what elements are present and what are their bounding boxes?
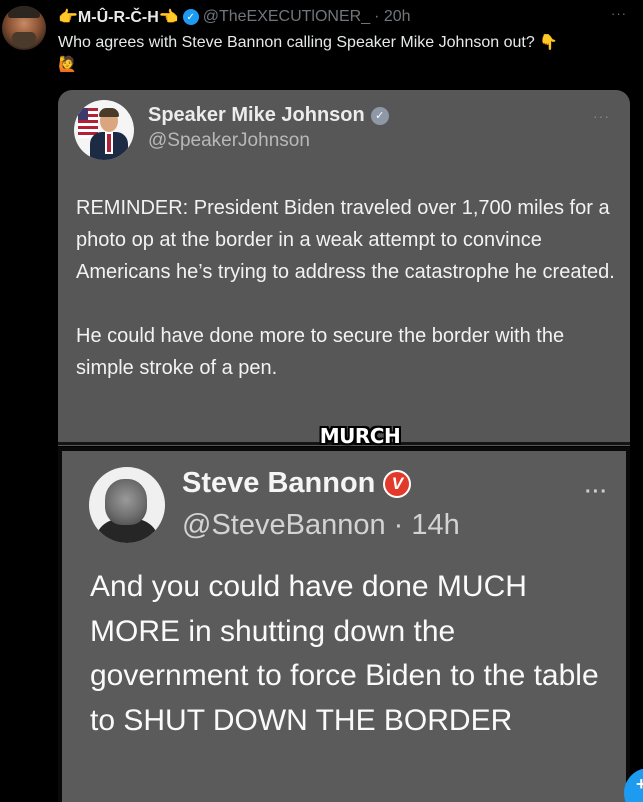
johnson-handle[interactable]: @SpeakerJohnson	[148, 130, 310, 152]
bannon-name-line: Steve Bannon V	[182, 467, 412, 500]
avatar-beard	[12, 32, 36, 48]
tweet-text: Who agrees with Steve Bannon calling Spe…	[58, 32, 618, 76]
meme-caption: MURCH	[319, 424, 401, 448]
johnson-tweet-body: REMINDER: President Biden traveled over …	[76, 192, 616, 384]
johnson-name[interactable]: Speaker Mike Johnson	[148, 104, 365, 127]
johnson-avatar[interactable]	[74, 100, 134, 160]
plus-icon: +	[636, 774, 643, 794]
johnson-more-icon: ···	[593, 108, 610, 124]
avatar-hair	[99, 108, 119, 117]
quoted-tweet-johnson[interactable]: Speaker Mike Johnson ✓ @SpeakerJohnson ·…	[58, 90, 630, 446]
red-v-badge-icon: V	[383, 469, 412, 498]
bannon-name[interactable]: Steve Bannon	[182, 467, 375, 500]
tweet-text-body: Who agrees with Steve Bannon calling Spe…	[58, 34, 535, 51]
johnson-paragraph-2: He could have done more to secure the bo…	[76, 325, 565, 379]
author-line: 👉M-Û-R-Č-H👈 ✓ @TheEXECUTlONER_ · 20h	[58, 7, 411, 27]
avatar-face	[105, 479, 147, 525]
johnson-paragraph-1: REMINDER: President Biden traveled over …	[76, 197, 615, 283]
avatar-cap	[8, 6, 40, 18]
raising-hand-emoji: 🙋	[58, 56, 77, 73]
more-options-icon[interactable]: ···	[611, 6, 627, 21]
bannon-tweet-body: And you could have done MUCH MORE in shu…	[90, 570, 599, 737]
bannon-handle-time[interactable]: @SteveBannon · 14h	[182, 509, 460, 542]
bannon-avatar[interactable]	[89, 467, 165, 543]
user-avatar[interactable]	[2, 6, 46, 50]
author-display-name[interactable]: 👉M-Û-R-Č-H👈	[58, 7, 179, 27]
post-time[interactable]: · 20h	[374, 8, 410, 26]
verified-badge-icon: ✓	[182, 9, 199, 25]
johnson-name-line: Speaker Mike Johnson ✓	[148, 104, 389, 127]
quoted-tweet-bannon[interactable]: Steve Bannon V @SteveBannon · 14h ··· An…	[58, 447, 630, 802]
avatar-tie	[107, 134, 111, 152]
bannon-card: Steve Bannon V @SteveBannon · 14h ··· An…	[62, 451, 626, 802]
gray-verified-icon: ✓	[370, 106, 389, 125]
bannon-more-icon: ···	[585, 481, 608, 503]
tweet-header: 👉M-Û-R-Č-H👈 ✓ @TheEXECUTlONER_ · 20h ···…	[0, 0, 643, 90]
pointing-down-emoji: 👇	[539, 34, 558, 51]
author-handle[interactable]: @TheEXECUTlONER_	[203, 8, 370, 26]
